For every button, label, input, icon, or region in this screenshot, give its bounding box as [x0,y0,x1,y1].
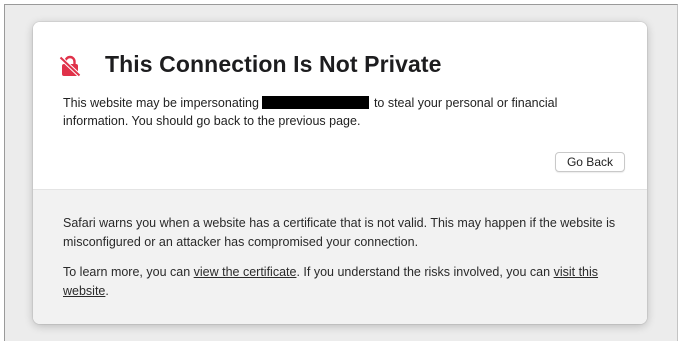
page-title: This Connection Is Not Private [105,51,442,77]
details-panel: Safari warns you when a website has a ce… [33,189,647,324]
learn-more-prefix: To learn more, you can [63,265,191,279]
message-before: This website may be impersonating [63,96,259,110]
warning-header: This Connection Is Not Private This webs… [33,22,647,189]
redacted-site-name [261,96,369,109]
learn-more-text: To learn more, you can view the certific… [63,263,628,301]
view-certificate-link[interactable]: view the certificate [194,265,297,279]
lock-slash-warning-icon [59,55,81,77]
go-back-button[interactable]: Go Back [554,152,625,172]
warning-dialog: This Connection Is Not Private This webs… [33,22,647,324]
browser-window: This Connection Is Not Private This webs… [4,4,678,341]
learn-more-middle: . If you understand the risks involved, … [296,265,551,279]
certificate-explanation: Safari warns you when a website has a ce… [63,216,616,249]
warning-message: This website may be impersonating to stea… [63,94,623,130]
learn-more-suffix: . [105,284,109,298]
